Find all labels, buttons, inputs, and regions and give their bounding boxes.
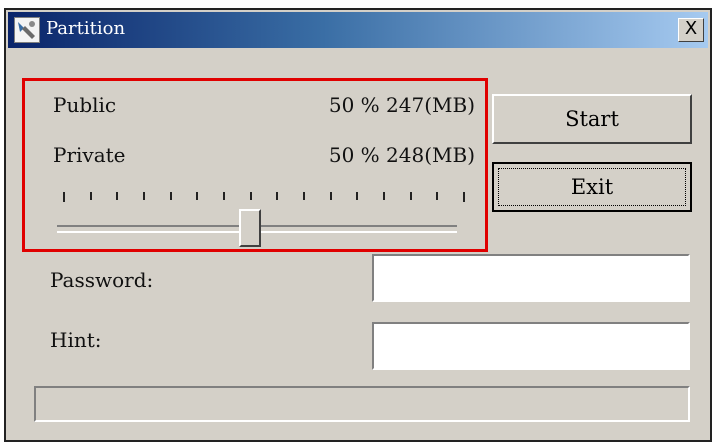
partition-app-icon [14,17,40,43]
slider-tick [143,192,145,200]
slider-tick [410,192,412,200]
exit-button[interactable]: Exit [492,162,692,212]
start-label: Start [565,107,619,131]
slider-tick [63,192,65,202]
slider-tick [383,192,385,200]
hint-label: Hint: [50,328,102,352]
start-button[interactable]: Start [492,94,692,144]
slider-tick [170,192,172,200]
password-label: Password: [50,268,154,292]
close-button[interactable]: X [678,18,704,42]
slider-tick [330,192,332,200]
slider-tick [436,192,438,200]
public-value: 50 % 247(MB) [328,93,475,117]
password-input[interactable] [372,254,690,302]
slider-tick [250,192,252,200]
hint-input[interactable] [372,322,690,370]
slider-tick [463,192,465,202]
slider-tick [90,192,92,200]
slider-ticks [63,192,465,202]
slider-tick [116,192,118,200]
private-value: 50 % 248(MB) [328,143,475,167]
progress-bar [34,386,690,422]
partition-highlight-box: Public 50 % 247(MB) Private 50 % 248(MB) [22,78,488,252]
exit-label: Exit [570,175,614,199]
partition-slider-thumb[interactable] [239,209,261,247]
close-icon: X [684,18,698,39]
private-label: Private [53,143,126,167]
partition-window: Partition X Public 50 % 247(MB) Private … [4,8,712,442]
slider-tick [303,192,305,200]
window-title: Partition [46,18,126,39]
slider-tick [223,192,225,200]
public-label: Public [53,93,117,117]
slider-tick [276,192,278,200]
slider-tick [196,192,198,200]
title-bar[interactable]: Partition X [8,12,708,48]
slider-tick [356,192,358,200]
